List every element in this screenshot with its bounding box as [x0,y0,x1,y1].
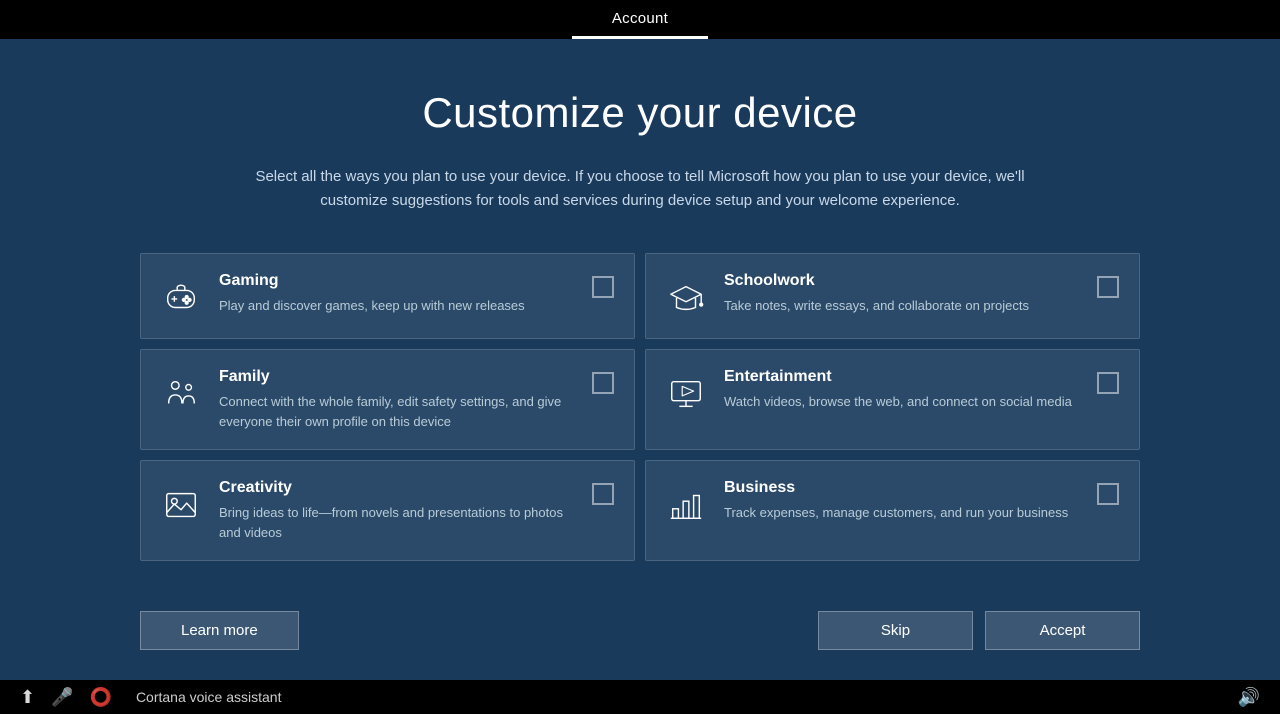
gaming-text: Gaming Play and discover games, keep up … [219,272,576,316]
creativity-checkbox[interactable] [592,483,614,505]
share-icon[interactable]: ⬆ [20,687,35,708]
entertainment-checkbox[interactable] [1097,372,1119,394]
creativity-icon [159,483,203,527]
option-card-entertainment[interactable]: Entertainment Watch videos, browse the w… [645,349,1140,450]
entertainment-text: Entertainment Watch videos, browse the w… [724,368,1081,412]
main-container: Customize your device Select all the way… [0,39,1280,591]
btn-right-group: Skip Accept [818,611,1140,650]
entertainment-desc: Watch videos, browse the web, and connec… [724,392,1081,412]
family-checkbox[interactable] [592,372,614,394]
gaming-icon [159,276,203,320]
business-checkbox[interactable] [1097,483,1119,505]
business-desc: Track expenses, manage customers, and ru… [724,503,1081,523]
entertainment-title: Entertainment [724,368,1081,386]
creativity-desc: Bring ideas to life—from novels and pres… [219,503,576,542]
accept-button[interactable]: Accept [985,611,1140,650]
schoolwork-title: Schoolwork [724,272,1081,290]
creativity-text: Creativity Bring ideas to life—from nove… [219,479,576,542]
business-icon [664,483,708,527]
schoolwork-icon [664,276,708,320]
volume-icon[interactable]: 🔊 [1238,687,1260,708]
option-card-family[interactable]: Family Connect with the whole family, ed… [140,349,635,450]
gaming-desc: Play and discover games, keep up with ne… [219,296,576,316]
page-subtitle: Select all the ways you plan to use your… [240,165,1040,213]
nav-tab-account[interactable]: Account [572,0,708,39]
cortana-search-label[interactable]: Cortana voice assistant [136,689,282,705]
family-text: Family Connect with the whole family, ed… [219,368,576,431]
family-title: Family [219,368,576,386]
top-nav: Account [0,0,1280,39]
option-card-schoolwork[interactable]: Schoolwork Take notes, write essays, and… [645,253,1140,339]
microphone-icon[interactable]: 🎤 [51,687,73,708]
skip-button[interactable]: Skip [818,611,973,650]
business-text: Business Track expenses, manage customer… [724,479,1081,523]
option-card-gaming[interactable]: Gaming Play and discover games, keep up … [140,253,635,339]
schoolwork-checkbox[interactable] [1097,276,1119,298]
gaming-title: Gaming [219,272,576,290]
cortana-icon[interactable]: ⭕ [90,687,112,708]
business-title: Business [724,479,1081,497]
schoolwork-text: Schoolwork Take notes, write essays, and… [724,272,1081,316]
schoolwork-desc: Take notes, write essays, and collaborat… [724,296,1081,316]
options-grid: Gaming Play and discover games, keep up … [140,253,1140,561]
page-title: Customize your device [140,89,1140,137]
option-card-business[interactable]: Business Track expenses, manage customer… [645,460,1140,561]
entertainment-icon [664,372,708,416]
family-desc: Connect with the whole family, edit safe… [219,392,576,431]
option-card-creativity[interactable]: Creativity Bring ideas to life—from nove… [140,460,635,561]
family-icon [159,372,203,416]
gaming-checkbox[interactable] [592,276,614,298]
learn-more-button[interactable]: Learn more [140,611,299,650]
nav-tab-label: Account [612,10,668,27]
action-bar: Learn more Skip Accept [0,591,1280,680]
taskbar: ⬆ 🎤 ⭕ Cortana voice assistant 🔊 [0,680,1280,714]
creativity-title: Creativity [219,479,576,497]
